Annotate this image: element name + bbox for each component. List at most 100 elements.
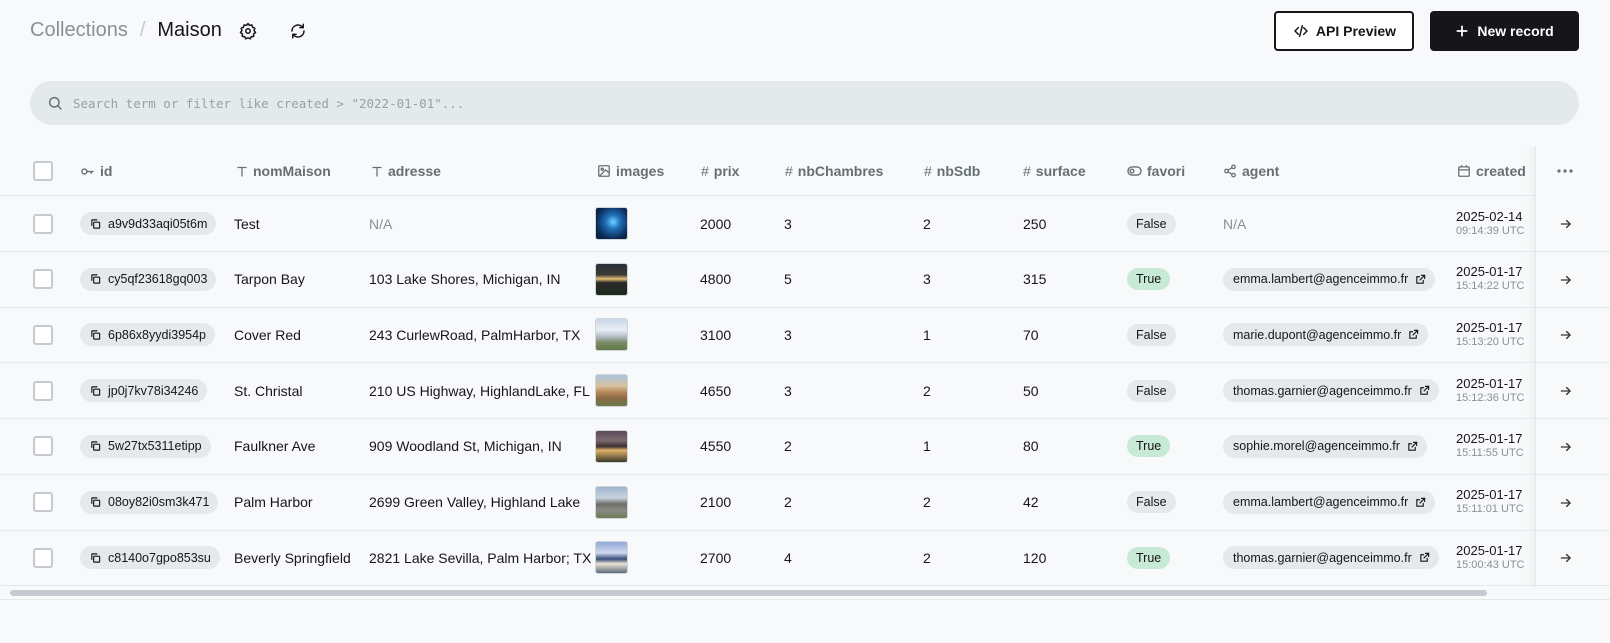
table-row[interactable]: 6p86x8yydi3954p Cover Red 243 CurlewRoad… bbox=[0, 307, 1610, 364]
collection-settings-button[interactable] bbox=[235, 18, 261, 44]
column-header-created[interactable]: created bbox=[1457, 146, 1526, 196]
table-row[interactable]: cy5qf23618gq003 Tarpon Bay 103 Lake Shor… bbox=[0, 252, 1610, 308]
row-checkbox[interactable] bbox=[33, 492, 53, 512]
image-thumbnail[interactable] bbox=[595, 485, 628, 519]
agent-link-badge[interactable]: thomas.garnier@agenceimmo.fr bbox=[1223, 546, 1439, 570]
favori-cell: False bbox=[1127, 196, 1176, 251]
prix-cell: 4800 bbox=[700, 271, 732, 288]
image-thumbnail[interactable] bbox=[595, 262, 628, 296]
table-row[interactable]: a9v9d33aqi05t6m Test N/A 2000 3 2 250 Fa… bbox=[0, 196, 1610, 252]
new-record-label: New record bbox=[1477, 23, 1554, 39]
row-select-cell bbox=[33, 196, 53, 251]
column-header-surface[interactable]: # surface bbox=[1023, 146, 1086, 196]
copy-id-badge[interactable]: jp0j7kv78i34246 bbox=[80, 379, 208, 403]
nbSdb-cell: 2 bbox=[923, 215, 931, 232]
search-icon bbox=[48, 96, 62, 110]
row-checkbox[interactable] bbox=[33, 269, 53, 290]
column-label-id: id bbox=[100, 163, 113, 179]
columns-menu-button[interactable] bbox=[1553, 160, 1577, 182]
created-time: 15:11:01 UTC bbox=[1456, 503, 1524, 515]
surface-cell: 80 bbox=[1023, 438, 1039, 455]
scrollbar-thumb[interactable] bbox=[10, 590, 1487, 596]
open-record-button[interactable] bbox=[1556, 214, 1576, 234]
favori-cell: True bbox=[1127, 252, 1171, 307]
row-checkbox[interactable] bbox=[33, 324, 53, 345]
column-header-favori[interactable]: favori bbox=[1127, 146, 1185, 196]
external-link-icon bbox=[1409, 330, 1419, 340]
agent-link-badge[interactable]: emma.lambert@agenceimmo.fr bbox=[1223, 267, 1436, 291]
row-checkbox[interactable] bbox=[33, 436, 53, 457]
record-id: c8140o7gpo853su bbox=[108, 550, 211, 565]
refresh-button[interactable] bbox=[285, 18, 311, 44]
copy-id-badge[interactable]: 08oy82i0sm3k471 bbox=[80, 490, 219, 514]
row-checkbox[interactable] bbox=[33, 547, 53, 568]
column-header-prix[interactable]: # prix bbox=[701, 146, 739, 196]
column-header-nbChambres[interactable]: # nbChambres bbox=[785, 146, 883, 196]
row-checkbox[interactable] bbox=[33, 213, 53, 234]
external-link-icon bbox=[1416, 497, 1426, 507]
open-record-button[interactable] bbox=[1556, 381, 1576, 401]
favori-cell: False bbox=[1127, 475, 1176, 530]
copy-id-badge[interactable]: 6p86x8yydi3954p bbox=[80, 323, 215, 347]
refresh-icon bbox=[291, 23, 305, 39]
column-header-nbSdb[interactable]: # nbSdb bbox=[924, 146, 980, 196]
key-icon bbox=[81, 167, 94, 175]
nbSdb-cell: 1 bbox=[923, 326, 931, 343]
image-thumbnail[interactable] bbox=[595, 318, 628, 352]
column-label-favori: favori bbox=[1147, 163, 1186, 179]
copy-id-badge[interactable]: a9v9d33aqi05t6m bbox=[80, 212, 217, 235]
image-thumbnail[interactable] bbox=[595, 429, 628, 463]
hash-icon: # bbox=[1023, 163, 1031, 179]
row-checkbox[interactable] bbox=[33, 380, 53, 401]
divider bbox=[0, 599, 1610, 600]
copy-id-badge[interactable]: cy5qf23618gq003 bbox=[80, 267, 217, 291]
copy-id-badge[interactable]: c8140o7gpo853su bbox=[80, 546, 220, 570]
column-header-nomMaison[interactable]: nomMaison bbox=[236, 146, 331, 196]
created-datetime: 2025-02-14 09:14:39 UTC bbox=[1456, 209, 1524, 239]
open-record-button[interactable] bbox=[1556, 270, 1576, 290]
record-id: jp0j7kv78i34246 bbox=[108, 383, 199, 398]
arrow-right-icon bbox=[1560, 275, 1571, 284]
open-record-button[interactable] bbox=[1556, 548, 1576, 568]
agent-link-badge[interactable]: marie.dupont@agenceimmo.fr bbox=[1223, 323, 1429, 347]
open-record-button[interactable] bbox=[1556, 493, 1576, 513]
image-thumbnail[interactable] bbox=[595, 374, 628, 408]
created-cell: 2025-01-17 15:11:01 UTC bbox=[1456, 475, 1524, 530]
favori-cell: True bbox=[1127, 419, 1171, 474]
select-all-checkbox[interactable] bbox=[33, 161, 53, 181]
column-header-adresse[interactable]: adresse bbox=[371, 146, 441, 196]
horizontal-scrollbar[interactable] bbox=[4, 589, 1534, 596]
column-header-id[interactable]: id bbox=[80, 146, 112, 196]
search-input[interactable] bbox=[73, 81, 1553, 125]
breadcrumb-collections-link[interactable]: Collections bbox=[30, 19, 128, 42]
created-datetime: 2025-01-17 15:11:01 UTC bbox=[1456, 487, 1524, 517]
created-cell: 2025-01-17 15:11:55 UTC bbox=[1456, 419, 1524, 474]
record-id: 5w27tx5311etipp bbox=[108, 439, 202, 454]
table-row[interactable]: 5w27tx5311etipp Faulkner Ave 909 Woodlan… bbox=[0, 419, 1610, 475]
table-row[interactable]: jp0j7kv78i34246 St. Christal 210 US High… bbox=[0, 363, 1610, 420]
row-select-cell bbox=[33, 363, 53, 418]
nbSdb-cell: 2 bbox=[923, 549, 931, 566]
agent-link-badge[interactable]: sophie.morel@agenceimmo.fr bbox=[1223, 434, 1427, 458]
open-record-button[interactable] bbox=[1556, 325, 1576, 345]
column-header-images[interactable]: images bbox=[597, 146, 664, 196]
agent-link-badge[interactable]: thomas.garnier@agenceimmo.fr bbox=[1223, 379, 1439, 403]
adresse-cell: 210 US Highway, HighlandLake, FL bbox=[369, 382, 590, 399]
agent-email: sophie.morel@agenceimmo.fr bbox=[1233, 439, 1400, 454]
new-record-button[interactable]: New record bbox=[1430, 11, 1579, 51]
table-row[interactable]: c8140o7gpo853su Beverly Springfield 2821… bbox=[0, 530, 1610, 587]
text-type-icon bbox=[237, 166, 247, 177]
favori-cell: True bbox=[1127, 530, 1171, 585]
copy-id-badge[interactable]: 5w27tx5311etipp bbox=[80, 434, 211, 458]
api-preview-button[interactable]: API Preview bbox=[1274, 11, 1414, 51]
created-cell: 2025-01-17 15:13:20 UTC bbox=[1456, 307, 1524, 362]
agent-link-badge[interactable]: emma.lambert@agenceimmo.fr bbox=[1223, 490, 1436, 514]
created-date: 2025-01-17 bbox=[1456, 375, 1523, 391]
open-record-button[interactable] bbox=[1556, 437, 1576, 457]
image-thumbnail[interactable] bbox=[595, 541, 628, 575]
image-thumbnail[interactable] bbox=[595, 207, 628, 240]
surface-cell: 120 bbox=[1023, 549, 1047, 566]
nbSdb-cell: 3 bbox=[923, 271, 931, 288]
column-header-agent[interactable]: agent bbox=[1223, 146, 1279, 196]
table-row[interactable]: 08oy82i0sm3k471 Palm Harbor 2699 Green V… bbox=[0, 475, 1610, 531]
